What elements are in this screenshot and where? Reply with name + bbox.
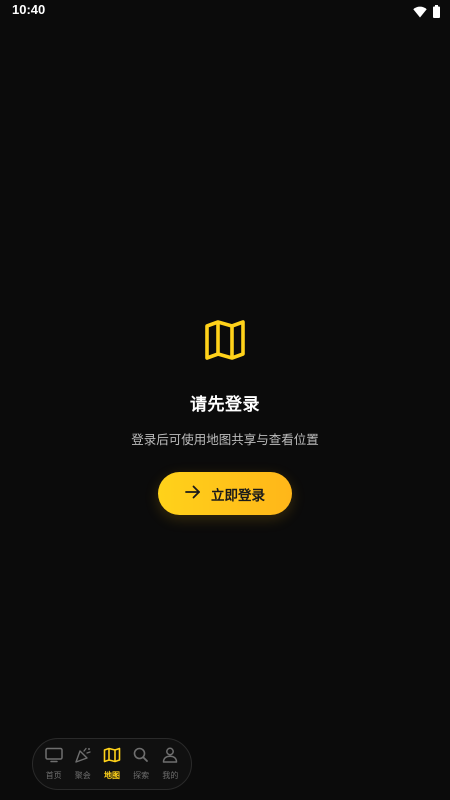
wifi-icon bbox=[413, 3, 427, 22]
login-prompt: 请先登录 登录后可使用地图共享与查看位置 立即登录 bbox=[0, 318, 450, 515]
status-icons bbox=[413, 3, 440, 22]
nav-label-home: 首页 bbox=[45, 771, 62, 780]
status-time: 10:40 bbox=[12, 2, 46, 17]
nav-item-home[interactable]: 首页 bbox=[41, 747, 67, 781]
battery-icon bbox=[433, 3, 440, 22]
nav-label-explore: 探索 bbox=[133, 771, 150, 780]
map-icon bbox=[203, 318, 247, 366]
nav-label-party: 聚会 bbox=[74, 771, 91, 780]
nav-item-profile[interactable]: 我的 bbox=[157, 747, 183, 781]
page-subtitle: 登录后可使用地图共享与查看位置 bbox=[131, 432, 319, 447]
user-icon bbox=[161, 747, 179, 767]
login-button[interactable]: 立即登录 bbox=[158, 472, 292, 515]
nav-item-explore[interactable]: 探索 bbox=[128, 747, 154, 781]
arrow-right-icon bbox=[185, 484, 201, 503]
tv-icon bbox=[44, 747, 63, 767]
nav-label-profile: 我的 bbox=[162, 771, 179, 780]
nav-item-party[interactable]: 聚会 bbox=[70, 747, 96, 781]
search-icon bbox=[132, 747, 150, 767]
map-icon bbox=[103, 747, 121, 767]
party-popper-icon bbox=[74, 747, 92, 767]
status-bar: 10:40 bbox=[0, 0, 450, 22]
nav-item-map[interactable]: 地图 bbox=[99, 747, 125, 781]
login-button-label: 立即登录 bbox=[211, 487, 265, 504]
page-title: 请先登录 bbox=[190, 395, 260, 415]
nav-label-map: 地图 bbox=[103, 771, 120, 780]
bottom-nav: 首页 聚会 地图 探索 我的 bbox=[32, 738, 192, 790]
